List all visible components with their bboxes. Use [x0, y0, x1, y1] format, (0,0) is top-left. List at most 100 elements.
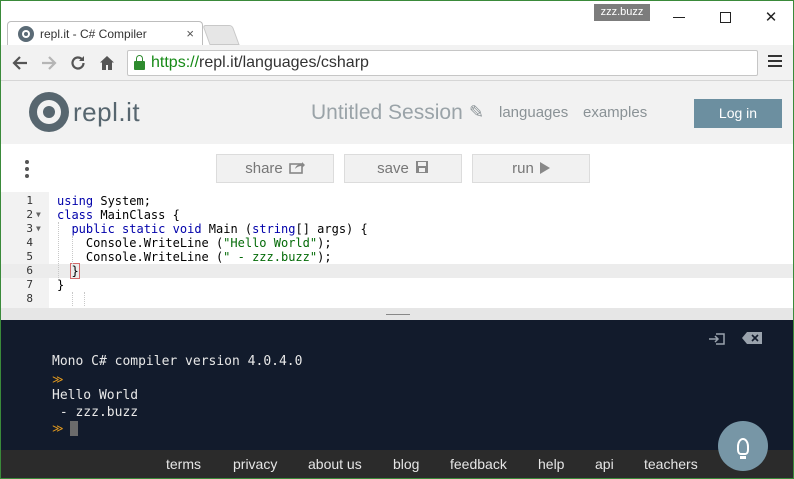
- lightbulb-icon: [737, 437, 749, 459]
- home-icon[interactable]: [96, 52, 118, 74]
- indent-guide: [58, 222, 59, 278]
- site-footer: terms privacy about us blog feedback hel…: [1, 450, 793, 478]
- window-close-button[interactable]: ✕: [753, 5, 789, 29]
- prompt-icon: ≫: [52, 422, 64, 435]
- footer-link-teachers[interactable]: teachers: [644, 456, 698, 472]
- floppy-disk-icon: [415, 160, 429, 177]
- run-label: run: [512, 160, 534, 177]
- url-path: repl.it/languages/csharp: [199, 54, 369, 71]
- fold-toggle-icon[interactable]: ▼: [36, 222, 41, 236]
- code-line: 3 ▼ public static void Main (string[] ar…: [1, 222, 793, 236]
- indent-guide: [84, 292, 85, 306]
- session-title[interactable]: Untitled Session: [311, 101, 463, 125]
- fold-toggle-icon[interactable]: ▼: [36, 208, 41, 222]
- code-token: static: [122, 222, 166, 236]
- code-line: 7 }: [1, 278, 793, 292]
- footer-link-privacy[interactable]: privacy: [233, 456, 277, 472]
- lock-icon: [134, 55, 145, 70]
- export-icon[interactable]: [708, 332, 726, 350]
- code-token: void: [172, 222, 202, 236]
- code-line-active: 6 }: [1, 263, 793, 279]
- output-line: Hello World: [52, 388, 139, 403]
- maximize-icon: [719, 11, 731, 23]
- splitter-grip-icon: [386, 314, 410, 315]
- share-label: share: [245, 160, 283, 177]
- input-prompt-line[interactable]: ≫: [52, 421, 78, 436]
- footer-link-feedback[interactable]: feedback: [450, 456, 507, 472]
- logo-mark-icon: [29, 92, 69, 132]
- code-line: 5 Console.WriteLine (" - zzz.buzz");: [1, 250, 793, 264]
- address-bar[interactable]: https://repl.it/languages/csharp: [127, 50, 758, 76]
- code-token: "Hello World": [223, 236, 318, 250]
- code-token: string: [252, 222, 296, 236]
- code-token: MainClass {: [93, 208, 180, 222]
- prompt-icon: ≫: [52, 373, 64, 386]
- output-line: - zzz.buzz: [52, 405, 139, 420]
- clear-console-icon[interactable]: [742, 332, 762, 348]
- menu-icon[interactable]: [768, 55, 782, 69]
- action-bar: share save run: [1, 144, 793, 192]
- hint-button[interactable]: [718, 421, 768, 471]
- code-token: using: [57, 194, 94, 208]
- close-icon: ✕: [764, 9, 778, 26]
- play-icon: [539, 161, 550, 177]
- code-token: );: [317, 250, 332, 264]
- maximize-button[interactable]: [707, 5, 743, 29]
- code-token: );: [317, 236, 332, 250]
- indent-guide: [72, 292, 73, 306]
- browser-window: repl.it - C# Compiler × zzz.buzz ✕ https…: [0, 0, 794, 479]
- nav-languages[interactable]: languages: [499, 104, 568, 121]
- matched-brace: }: [70, 263, 80, 279]
- back-icon[interactable]: [9, 52, 31, 74]
- code-token: Main (: [201, 222, 253, 236]
- footer-link-blog[interactable]: blog: [393, 456, 419, 472]
- code-token: }: [57, 278, 65, 292]
- save-label: save: [377, 160, 409, 177]
- code-token: Console.WriteLine (: [57, 236, 224, 250]
- line-number: 2: [26, 208, 33, 221]
- site-header: repl.it Untitled Session ✎ languages exa…: [1, 81, 793, 144]
- new-tab-button[interactable]: [202, 25, 240, 45]
- line-number: 7: [26, 278, 33, 291]
- login-button[interactable]: Log in: [694, 99, 782, 128]
- pane-splitter[interactable]: [1, 308, 793, 320]
- code-line: 2 ▼ class MainClass {: [1, 208, 793, 222]
- code-editor[interactable]: 1 using System; 2 ▼ class MainClass { 3 …: [1, 192, 793, 308]
- line-number: 6: [26, 264, 33, 277]
- minimize-button[interactable]: [661, 5, 697, 29]
- forward-icon[interactable]: [38, 52, 60, 74]
- reload-icon[interactable]: [67, 52, 89, 74]
- more-options-icon[interactable]: [25, 160, 29, 181]
- title-bar: repl.it - C# Compiler × zzz.buzz ✕: [1, 1, 793, 46]
- code-token: public: [71, 222, 115, 236]
- nav-examples[interactable]: examples: [583, 104, 647, 121]
- code-token: class: [57, 208, 94, 222]
- console-output[interactable]: Mono C# compiler version 4.0.4.0 ≫ Hello…: [1, 320, 793, 450]
- profile-badge[interactable]: zzz.buzz: [594, 4, 650, 21]
- pencil-icon[interactable]: ✎: [469, 102, 484, 123]
- browser-tab[interactable]: repl.it - C# Compiler ×: [7, 21, 203, 46]
- share-icon: [288, 160, 305, 177]
- save-button[interactable]: save: [344, 154, 462, 183]
- code-token: [] args) {: [295, 222, 368, 236]
- footer-link-help[interactable]: help: [538, 456, 564, 472]
- browser-toolbar: https://repl.it/languages/csharp: [1, 45, 793, 81]
- url-scheme: https://: [151, 54, 200, 71]
- code-token: System;: [93, 194, 151, 208]
- tab-title: repl.it - C# Compiler: [40, 27, 147, 41]
- logo-text: repl.it: [73, 96, 141, 127]
- run-button[interactable]: run: [472, 154, 590, 183]
- tab-close-icon[interactable]: ×: [186, 26, 194, 41]
- indent-guide: [72, 236, 73, 264]
- replit-favicon-icon: [18, 26, 34, 42]
- line-number: 5: [26, 250, 33, 263]
- replit-logo[interactable]: repl.it: [29, 92, 140, 132]
- footer-link-api[interactable]: api: [595, 456, 614, 472]
- share-button[interactable]: share: [216, 154, 334, 183]
- footer-link-about-us[interactable]: about us: [308, 456, 362, 472]
- compiler-version-line: Mono C# compiler version 4.0.4.0: [52, 354, 303, 369]
- footer-link-terms[interactable]: terms: [166, 456, 201, 472]
- line-number: 3: [26, 222, 33, 235]
- code-line: 8: [1, 292, 793, 306]
- code-line: 1 using System;: [1, 194, 793, 208]
